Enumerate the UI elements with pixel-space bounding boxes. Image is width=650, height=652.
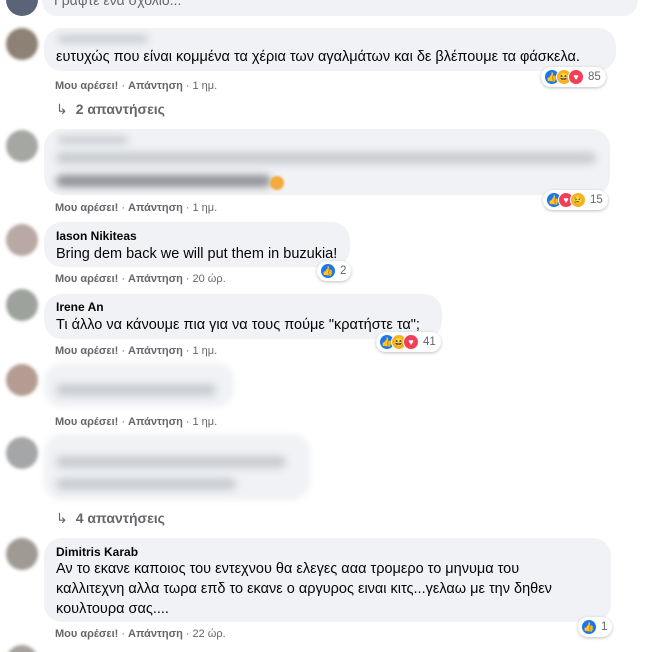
like-reaction-icon: 👍 bbox=[320, 263, 336, 279]
comment-actions: Μου αρέσει! · Απάντηση · 1 ημ. bbox=[55, 80, 218, 92]
like-link[interactable]: Μου αρέσει! bbox=[55, 273, 118, 285]
like-link[interactable]: Μου αρέσει! bbox=[55, 628, 118, 640]
avatar[interactable] bbox=[6, 364, 38, 396]
reaction-count: 15 bbox=[590, 194, 603, 206]
sad-reaction-icon: 😢 bbox=[570, 192, 586, 208]
reply-link[interactable]: Απάντηση bbox=[128, 345, 183, 357]
blurred-comment-line bbox=[56, 175, 271, 187]
comment-input-placeholder: Γράψτε ένα σχόλιο... bbox=[54, 0, 182, 8]
like-link[interactable]: Μου αρέσει! bbox=[55, 416, 118, 428]
comment-actions: Μου αρέσει! · Απάντηση · 1 ημ. bbox=[55, 345, 218, 357]
love-reaction-icon: ♥ bbox=[403, 334, 419, 350]
view-replies-link[interactable]: ↳ 2 απαντήσεις bbox=[56, 101, 165, 118]
reaction-count: 2 bbox=[340, 265, 347, 277]
avatar[interactable] bbox=[6, 224, 38, 256]
comment-text: Bring dem back we will put them in buzuk… bbox=[56, 246, 338, 262]
avatar[interactable] bbox=[6, 28, 38, 60]
like-link[interactable]: Μου αρέσει! bbox=[55, 80, 118, 92]
comment-actions: Μου αρέσει! · Απάντηση · 20 ώρ. bbox=[55, 273, 226, 285]
reaction-count: 1 bbox=[601, 621, 608, 633]
like-link[interactable]: Μου αρέσει! bbox=[55, 345, 118, 357]
emoji-icon bbox=[270, 176, 284, 190]
blurred-comment-line bbox=[56, 456, 286, 468]
comment-time[interactable]: 1 ημ. bbox=[193, 416, 218, 428]
comment-author[interactable]: Dimitris Karab bbox=[56, 545, 138, 559]
avatar[interactable] bbox=[6, 437, 38, 469]
comment-text-line: καλλιτεχνη αλλα τωρα επδ το εκανε ο αργυ… bbox=[56, 581, 552, 597]
replies-count: 4 απαντήσεις bbox=[75, 510, 165, 526]
view-replies-link[interactable]: ↳ 4 απαντήσεις bbox=[56, 510, 165, 527]
comment-author[interactable]: Iason Nikiteas bbox=[56, 229, 137, 243]
current-user-avatar[interactable] bbox=[6, 0, 38, 16]
avatar[interactable] bbox=[6, 538, 38, 570]
reply-link[interactable]: Απάντηση bbox=[128, 273, 183, 285]
comment-actions: Μου αρέσει! · Απάντηση · 1 ημ. bbox=[55, 202, 218, 214]
comment-time[interactable]: 22 ώρ. bbox=[193, 628, 226, 640]
reactions-badge[interactable]: 👍 😆 ♥ 41 bbox=[376, 332, 441, 352]
reactions-badge[interactable]: 👍 ♥ 😢 15 bbox=[543, 190, 608, 210]
comment-text: ευτυχώς που είναι κομμένα τα χέρια των α… bbox=[56, 49, 580, 65]
blurred-comment-line bbox=[56, 152, 596, 164]
love-reaction-icon: ♥ bbox=[568, 69, 584, 85]
reaction-count: 85 bbox=[588, 71, 601, 83]
comment-time[interactable]: 1 ημ. bbox=[193, 202, 218, 214]
comment-time[interactable]: 1 ημ. bbox=[193, 80, 218, 92]
comment-actions: Μου αρέσει! · Απάντηση · 22 ώρ. bbox=[55, 628, 226, 640]
replies-count: 2 απαντήσεις bbox=[75, 101, 165, 117]
avatar[interactable] bbox=[6, 289, 38, 321]
avatar[interactable] bbox=[6, 130, 38, 162]
like-reaction-icon: 👍 bbox=[581, 619, 597, 635]
reply-link[interactable]: Απάντηση bbox=[128, 80, 183, 92]
comment-actions: Μου αρέσει! · Απάντηση · 1 ημ. bbox=[55, 416, 218, 428]
reactions-badge[interactable]: 👍 2 bbox=[317, 261, 352, 281]
reactions-badge[interactable]: 👍 1 bbox=[578, 617, 613, 637]
reply-link[interactable]: Απάντηση bbox=[128, 628, 183, 640]
comment-text-line: Αν το εκανε καποιος του εντεχνου θα ελεγ… bbox=[56, 561, 520, 577]
comment-text: Τι άλλο να κάνουμε πια για να τους πούμε… bbox=[56, 317, 420, 333]
like-link[interactable]: Μου αρέσει! bbox=[55, 202, 118, 214]
reply-link[interactable]: Απάντηση bbox=[128, 202, 183, 214]
comment-input[interactable]: Γράψτε ένα σχόλιο... ☺ ◙ ▣ ◪ bbox=[42, 0, 638, 16]
comment-author[interactable]: Irene An bbox=[56, 300, 104, 314]
reactions-badge[interactable]: 👍 😆 ♥ 85 bbox=[541, 67, 606, 87]
blurred-comment-line bbox=[56, 478, 236, 490]
comment-time[interactable]: 1 ημ. bbox=[193, 345, 218, 357]
blurred-comment-line bbox=[56, 384, 216, 396]
comment-text-line: κουλτουρα σας.... bbox=[56, 601, 169, 617]
avatar[interactable] bbox=[6, 645, 38, 652]
blurred-author-name bbox=[58, 136, 128, 144]
reply-arrow-icon: ↳ bbox=[56, 101, 68, 117]
comment-time[interactable]: 20 ώρ. bbox=[193, 273, 226, 285]
reaction-count: 41 bbox=[423, 336, 436, 348]
reply-link[interactable]: Απάντηση bbox=[128, 416, 183, 428]
blurred-author-name bbox=[58, 35, 148, 43]
reply-arrow-icon: ↳ bbox=[56, 510, 68, 526]
